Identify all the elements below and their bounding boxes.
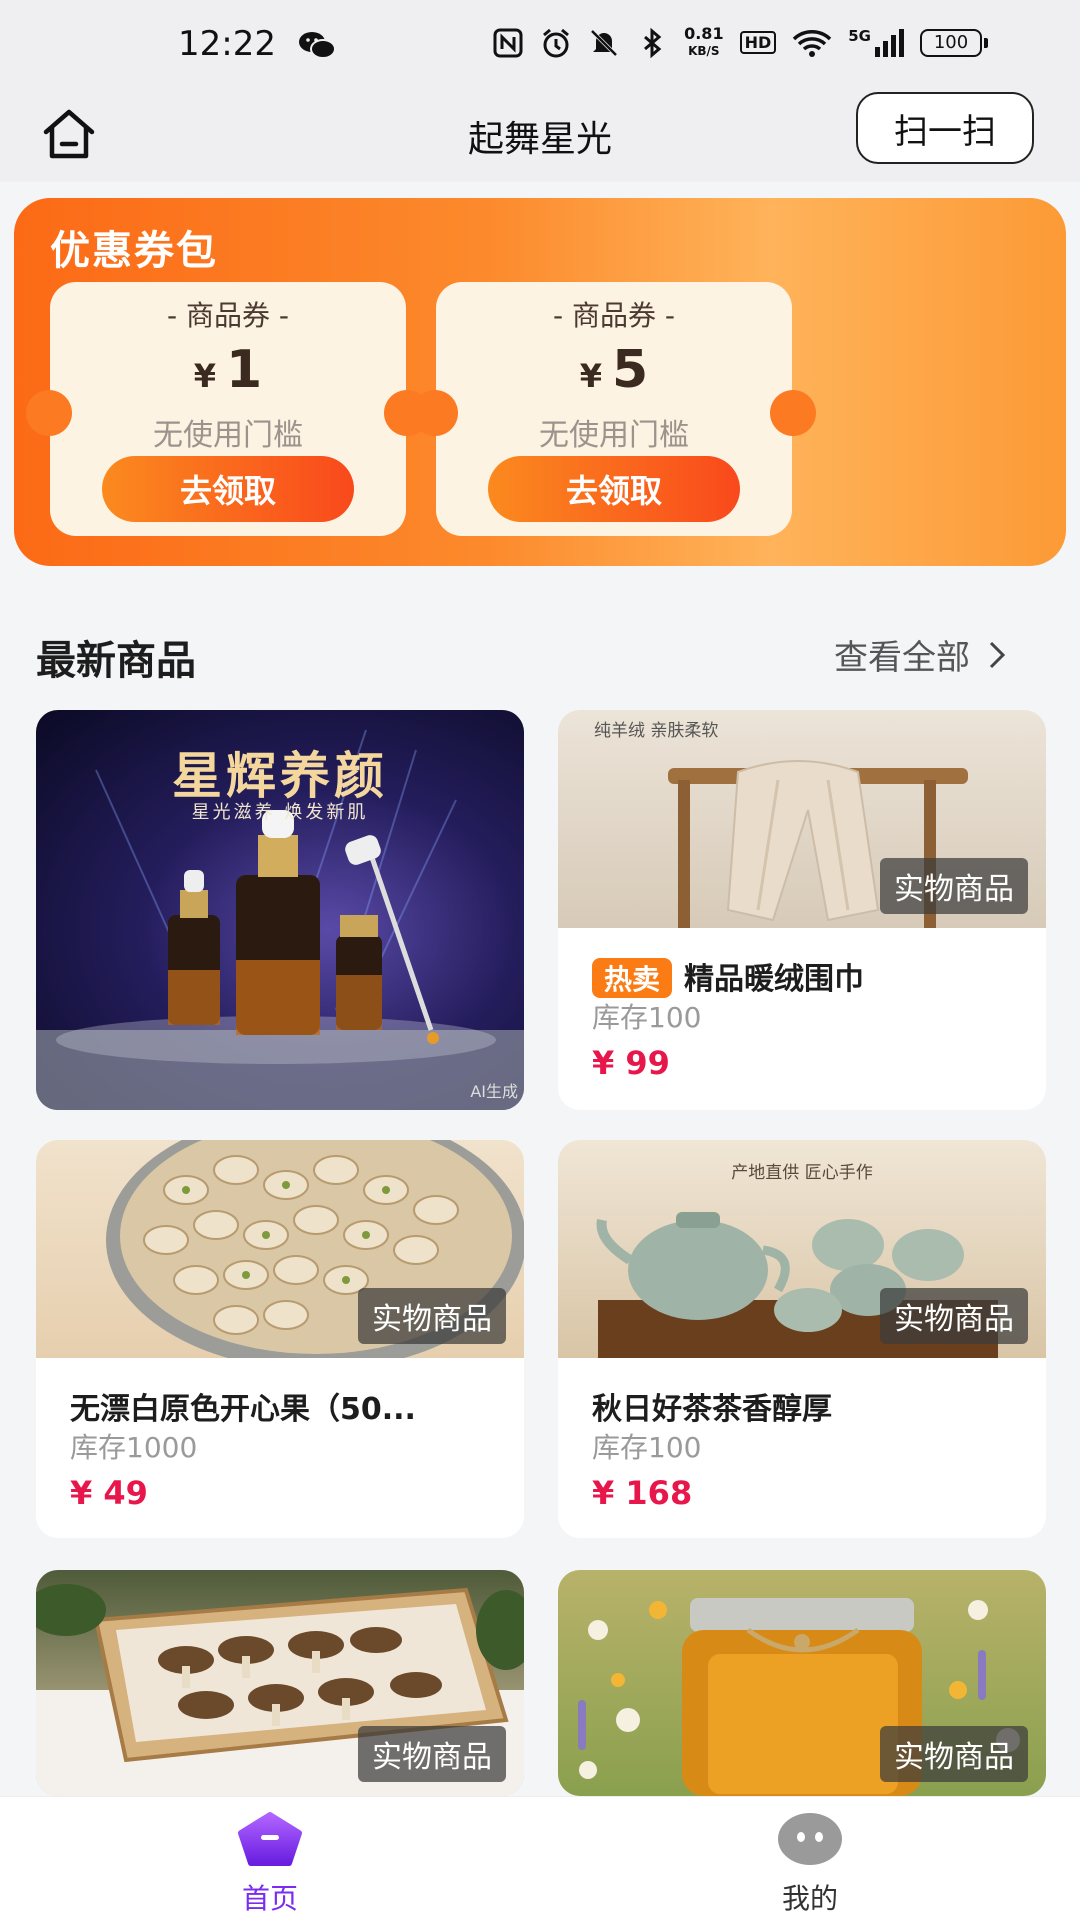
coupon-condition: 无使用门槛 bbox=[539, 418, 689, 453]
net-speed: 0.81 KB/S bbox=[684, 24, 724, 59]
tab-mine[interactable]: 我的 bbox=[710, 1811, 910, 1917]
bluetooth-icon bbox=[644, 27, 662, 58]
tab-mine-label: 我的 bbox=[781, 1882, 838, 1915]
product-image: 星辉养颜 星光滋养 焕发新肌 AI生成 bbox=[36, 710, 524, 1110]
product-tag: 实物商品 bbox=[880, 858, 1028, 914]
alarm-icon bbox=[543, 28, 570, 57]
chevron-right-icon bbox=[989, 641, 1006, 668]
image-caption: 纯羊绒 亲肤柔软 bbox=[594, 721, 719, 741]
product-card[interactable]: 产地直供 匠心手作 实物商品 秋日好茶茶香醇厚 库存100 ¥ 168 bbox=[558, 1140, 1046, 1538]
cell-signal: 5G bbox=[848, 27, 904, 59]
app-header: 起舞星光 扫一扫 bbox=[0, 88, 1080, 182]
profile-tab-icon bbox=[778, 1813, 842, 1865]
product-image: 实物商品 bbox=[558, 1570, 1046, 1796]
product-card[interactable]: 实物商品 无漂白原色开心果（50... 库存1000 ¥ 49 bbox=[36, 1140, 524, 1538]
coupon-type: - 商品券 - bbox=[552, 299, 675, 332]
ai-badge: AI生成 bbox=[470, 1082, 518, 1101]
view-all-link[interactable]: 查看全部 bbox=[834, 630, 1006, 679]
product-tag: 实物商品 bbox=[358, 1726, 506, 1782]
hot-badge: 热卖 bbox=[592, 958, 673, 998]
product-price: ¥ 168 bbox=[592, 1474, 693, 1512]
bottom-nav: 首页 我的 bbox=[0, 1796, 1080, 1920]
product-stock: 库存100 bbox=[592, 1431, 702, 1464]
tab-home-label: 首页 bbox=[241, 1882, 298, 1915]
product-price: ¥ 99 bbox=[592, 1044, 670, 1082]
product-price: ¥ 49 bbox=[70, 1474, 148, 1512]
product-tag: 实物商品 bbox=[358, 1288, 506, 1344]
battery-level: 100 bbox=[920, 28, 982, 57]
product-tag: 实物商品 bbox=[880, 1726, 1028, 1782]
product-name: 热卖 精品暖绒围巾 bbox=[592, 954, 1022, 998]
product-card[interactable]: 纯羊绒 亲肤柔软 实物商品 热卖 精品暖绒围巾 库存100 ¥ 99 bbox=[558, 710, 1046, 1110]
product-image: 实物商品 bbox=[36, 1140, 524, 1358]
product-name: 无漂白原色开心果（50... bbox=[70, 1392, 416, 1427]
product-image: 产地直供 匠心手作 实物商品 bbox=[558, 1140, 1046, 1358]
claim-coupon-button[interactable]: 去领取 bbox=[102, 456, 354, 522]
product-card[interactable]: 实物商品 bbox=[36, 1570, 524, 1796]
wechat-icon bbox=[299, 32, 336, 59]
claim-coupon-button[interactable]: 去领取 bbox=[488, 456, 740, 522]
product-name: 秋日好茶茶香醇厚 bbox=[592, 1392, 832, 1427]
image-caption: 产地直供 匠心手作 bbox=[731, 1163, 873, 1183]
mute-bell-icon bbox=[590, 29, 618, 56]
scan-button[interactable]: 扫一扫 bbox=[856, 92, 1034, 164]
coupon-pack-title: 优惠券包 bbox=[50, 228, 218, 274]
status-icons: 0.81 KB/S HD 5G 100 bbox=[492, 26, 988, 59]
nfc-icon bbox=[493, 28, 523, 57]
coupon-card: - 商品券 - ¥1 无使用门槛 去领取 bbox=[26, 282, 430, 536]
product-card[interactable]: 星辉养颜 星光滋养 焕发新肌 AI生成 bbox=[36, 710, 524, 1110]
coupon-card: - 商品券 - ¥5 无使用门槛 去领取 bbox=[412, 282, 816, 536]
battery-indicator: 100 bbox=[920, 28, 988, 57]
coupon-pack-banner: 优惠券包 - 商品券 - ¥1 无使用门槛 去领取 - 商品券 - ¥5 无使用… bbox=[14, 198, 1066, 566]
section-title: 最新商品 bbox=[36, 638, 196, 684]
product-stock: 库存1000 bbox=[70, 1431, 198, 1464]
view-all-label: 查看全部 bbox=[834, 638, 970, 678]
coupon-amount: ¥1 bbox=[193, 340, 263, 400]
home-tab-icon bbox=[238, 1812, 302, 1866]
product-tag: 实物商品 bbox=[880, 1288, 1028, 1344]
product-card[interactable]: 实物商品 bbox=[558, 1570, 1046, 1796]
status-bar: 12:22 0.81 KB/S HD 5G 100 bbox=[0, 0, 1080, 88]
signal-bars-icon bbox=[875, 28, 904, 57]
wifi-icon bbox=[793, 29, 832, 57]
product-image: 实物商品 bbox=[36, 1570, 524, 1796]
coupon-type: - 商品券 - bbox=[166, 299, 289, 332]
image-subtitle: 星光滋养 焕发新肌 bbox=[191, 802, 369, 823]
product-image: 纯羊绒 亲肤柔软 实物商品 bbox=[558, 710, 1046, 928]
status-time: 12:22 bbox=[178, 24, 276, 64]
hd-badge: HD bbox=[739, 31, 777, 54]
product-stock: 库存100 bbox=[592, 1001, 702, 1034]
coupon-condition: 无使用门槛 bbox=[153, 418, 303, 453]
coupon-amount: ¥5 bbox=[579, 340, 649, 400]
tab-home[interactable]: 首页 bbox=[170, 1811, 370, 1917]
